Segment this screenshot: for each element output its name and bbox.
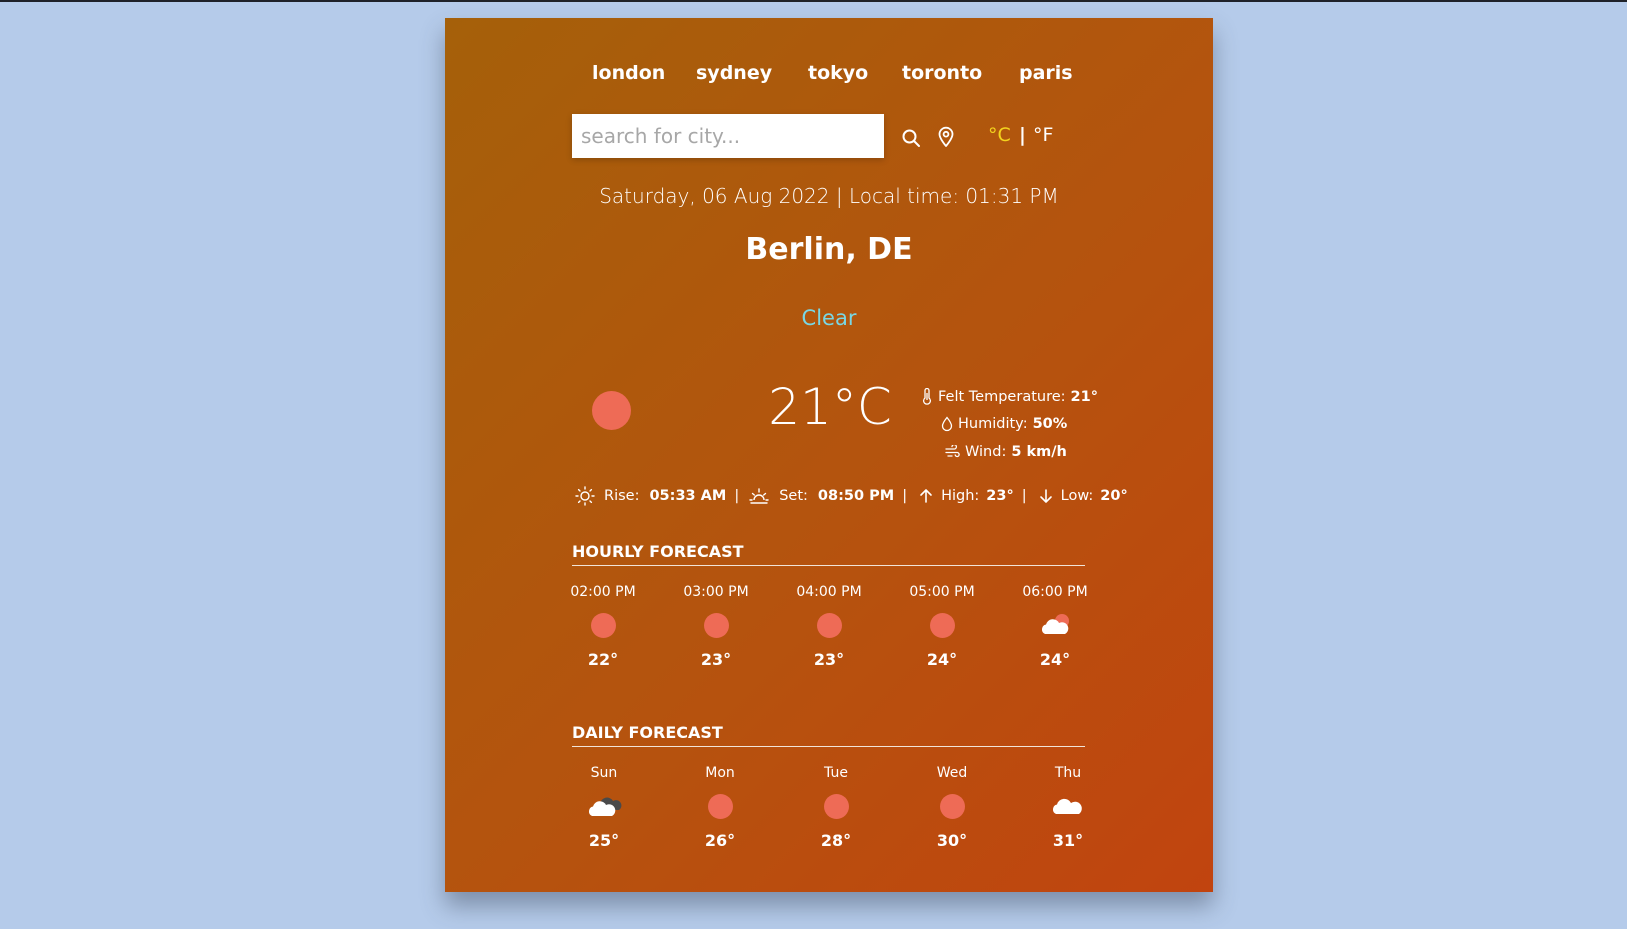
cloud-dark-icon xyxy=(588,797,622,816)
daily-item: Tue 28° xyxy=(791,765,881,850)
hourly-time: 04:00 PM xyxy=(796,584,862,600)
search-icon[interactable] xyxy=(901,128,921,148)
hourly-item: 04:00 PM 23° xyxy=(784,584,874,669)
location-pin-icon[interactable] xyxy=(937,126,955,148)
sun-details-row: Rise: 05:33 AM | Set: 08:50 PM | High: 2… xyxy=(575,486,1128,506)
sun-icon xyxy=(939,793,965,819)
daily-temp: 31° xyxy=(1052,831,1084,850)
daily-temp: 28° xyxy=(820,831,852,850)
high-value: 23° xyxy=(986,488,1014,504)
condition-text: Clear xyxy=(801,306,857,330)
daily-item: Sun 25° xyxy=(559,765,649,850)
separator: | xyxy=(902,488,908,504)
humidity-row: Humidity: 50% xyxy=(941,416,1067,432)
date-time-text: Saturday, 06 Aug 2022 | Local time: 01:3… xyxy=(599,184,1059,208)
daily-temp: 25° xyxy=(588,831,620,850)
daily-item: Wed 30° xyxy=(907,765,997,850)
top-border xyxy=(0,0,1627,2)
humidity-value: 50% xyxy=(1032,416,1068,432)
city-link-toronto[interactable]: toronto xyxy=(902,62,982,84)
daily-temp: 30° xyxy=(936,831,968,850)
weather-card: london sydney tokyo toronto paris °C | °… xyxy=(445,18,1213,892)
daily-day: Wed xyxy=(936,765,968,781)
arrow-up-icon xyxy=(920,489,932,503)
sunset-icon xyxy=(749,488,769,504)
daily-divider xyxy=(572,746,1085,747)
hourly-item: 02:00 PM 22° xyxy=(558,584,648,669)
hourly-item: 03:00 PM 23° xyxy=(671,584,761,669)
city-link-sydney[interactable]: sydney xyxy=(696,62,772,84)
sun-icon xyxy=(707,793,733,819)
sun-icon xyxy=(823,793,849,819)
low-value: 20° xyxy=(1100,488,1128,504)
city-link-london[interactable]: london xyxy=(592,62,665,84)
location-title: Berlin, DE xyxy=(745,232,913,267)
hourly-divider xyxy=(572,565,1085,566)
cloud-sun-icon xyxy=(1041,614,1069,634)
city-link-tokyo[interactable]: tokyo xyxy=(808,62,868,84)
hourly-item: 06:00 PM 24° xyxy=(1010,584,1100,669)
separator: | xyxy=(1021,488,1027,504)
cloud-icon xyxy=(1052,798,1082,814)
hourly-item: 05:00 PM 24° xyxy=(897,584,987,669)
hourly-time: 05:00 PM xyxy=(909,584,975,600)
wind-icon xyxy=(945,445,960,458)
humidity-label: Humidity: xyxy=(958,416,1028,432)
sun-icon xyxy=(590,612,616,638)
felt-temperature-label: Felt Temperature: xyxy=(938,388,1066,405)
hourly-forecast-title: HOURLY FORECAST xyxy=(572,542,744,561)
sunset-label: Set: xyxy=(779,488,808,504)
current-temperature: 21°C xyxy=(768,378,892,436)
felt-temperature-row: Felt Temperature: 21° xyxy=(921,388,1098,405)
daily-forecast-title: DAILY FORECAST xyxy=(572,723,723,742)
hourly-temp: 23° xyxy=(700,650,732,669)
wind-row: Wind: 5 km/h xyxy=(945,444,1067,460)
unit-separator: | xyxy=(1019,124,1026,146)
hourly-temp: 24° xyxy=(926,650,958,669)
sun-icon xyxy=(816,612,842,638)
droplet-icon xyxy=(941,416,953,432)
daily-day: Tue xyxy=(824,765,848,781)
daily-day: Sun xyxy=(590,765,618,781)
hourly-temp: 24° xyxy=(1039,650,1071,669)
separator: | xyxy=(734,488,740,504)
sunrise-icon xyxy=(575,486,595,506)
felt-temperature-value: 21° xyxy=(1070,388,1098,405)
daily-day: Thu xyxy=(1054,765,1082,781)
daily-item: Thu 31° xyxy=(1023,765,1113,850)
sun-icon xyxy=(703,612,729,638)
search-input[interactable] xyxy=(572,114,884,158)
daily-temp: 26° xyxy=(704,831,736,850)
sunset-value: 08:50 PM xyxy=(817,488,895,504)
arrow-down-icon xyxy=(1039,489,1052,503)
wind-label: Wind: xyxy=(965,444,1007,460)
high-label: High: xyxy=(941,488,980,504)
sunrise-label: Rise: xyxy=(604,488,640,504)
celsius-button[interactable]: °C xyxy=(988,124,1011,146)
sun-icon xyxy=(592,391,631,430)
hourly-time: 06:00 PM xyxy=(1022,584,1088,600)
hourly-temp: 23° xyxy=(813,650,845,669)
hourly-time: 02:00 PM xyxy=(570,584,636,600)
city-link-paris[interactable]: paris xyxy=(1019,62,1073,84)
low-label: Low: xyxy=(1060,488,1094,504)
fahrenheit-button[interactable]: °F xyxy=(1033,124,1053,146)
wind-value: 5 km/h xyxy=(1011,444,1067,460)
sunrise-value: 05:33 AM xyxy=(649,488,727,504)
hourly-temp: 22° xyxy=(587,650,619,669)
hourly-time: 03:00 PM xyxy=(683,584,749,600)
thermometer-icon xyxy=(922,388,932,405)
daily-day: Mon xyxy=(705,765,735,781)
sun-icon xyxy=(929,612,955,638)
daily-item: Mon 26° xyxy=(675,765,765,850)
